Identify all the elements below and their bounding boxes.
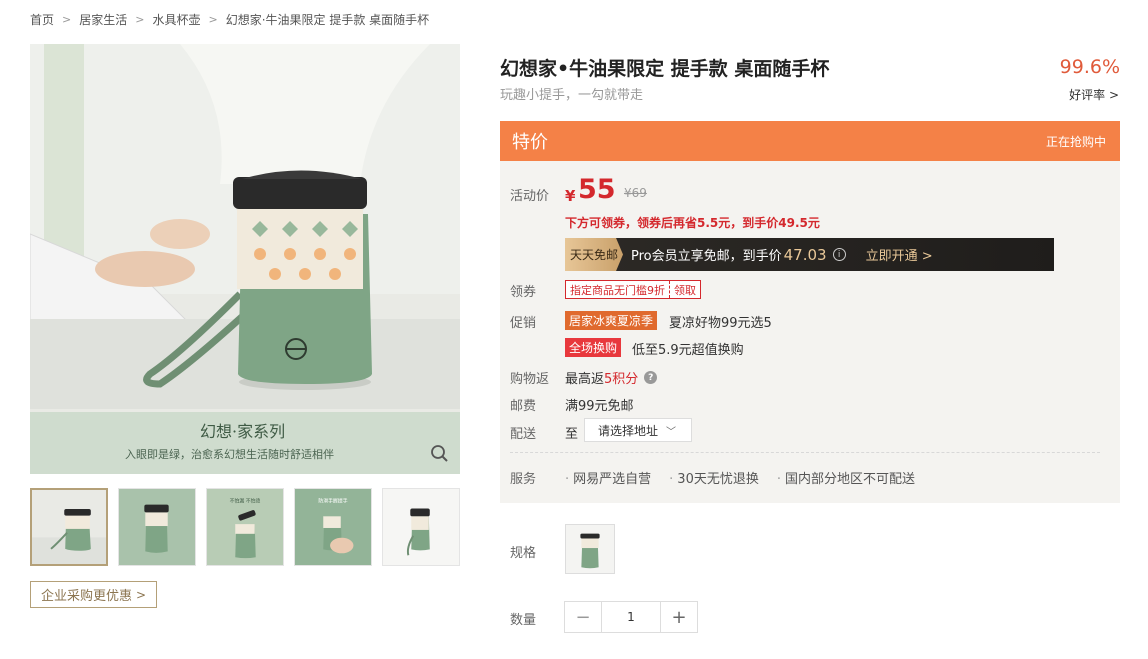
quantity-label: 数量 (510, 613, 537, 628)
zoom-button[interactable] (428, 442, 452, 466)
delivery-label: 配送 (510, 427, 537, 442)
coupon-tip: 下方可领券，领券后再省5.5元，到手价49.5元 (565, 216, 820, 230)
thumbnail-image: 防滑手握提手 (295, 489, 371, 565)
promo-status: 正在抢购中 (1045, 134, 1106, 149)
info-icon[interactable]: i (832, 248, 846, 261)
service-label: 服务 (510, 472, 537, 487)
breadcrumb-current: 幻想家·牛油果限定 提手款 桌面随手杯 (225, 12, 430, 27)
price-panel: 活动价 ¥ 55 ¥69 下方可领券，领券后再省5.5元，到手价49.5元 天天… (500, 161, 1120, 503)
product-title: 幻想家•牛油果限定 提手款 桌面随手杯 (500, 58, 830, 80)
coupon-claim-button[interactable]: 领取 (670, 282, 700, 298)
overlay-subtitle: 入眼即是绿，治愈系幻想生活随时舒适相伴 (125, 447, 334, 461)
product-photo: 幻想·家系列 入眼即是绿，治愈系幻想生活随时舒适相伴 (30, 44, 460, 474)
product-subtitle: 玩趣小提手，一勾就带走 (500, 88, 644, 103)
chevron-down-icon: ﹀ (666, 426, 677, 438)
thumbnail-image (32, 490, 106, 564)
main-product-image[interactable]: 幻想·家系列 入眼即是绿，治愈系幻想生活随时舒适相伴 (30, 44, 460, 474)
service-item: 网易严选自营 (565, 468, 651, 487)
price-value: 55 (578, 174, 616, 205)
search-icon (431, 445, 448, 462)
pro-member-banner[interactable]: 天天免邮 Pro会员立享免邮，到手价 47.03 i 立即开通 > (565, 238, 1054, 271)
promotion-desc[interactable]: 夏凉好物99元选5 (669, 312, 772, 331)
promo-title: 特价 (512, 132, 548, 153)
original-price: ¥69 (624, 186, 647, 200)
rating-value: 99.6% (1059, 56, 1120, 78)
divider (510, 452, 1100, 453)
chevron-right-icon: > (135, 12, 145, 26)
help-icon[interactable]: ? (644, 371, 658, 384)
delivery-to: 至 (565, 427, 579, 442)
thumbnail-image (383, 489, 459, 565)
breadcrumb: 首页 > 居家生活 > 水具杯壶 > 幻想家·牛油果限定 提手款 桌面随手杯 (30, 10, 429, 28)
enterprise-purchase-button[interactable]: 企业采购更优惠 > (30, 581, 158, 608)
chevron-right-icon: > (208, 12, 218, 26)
promo-bar: 特价 正在抢购中 (500, 121, 1120, 161)
breadcrumb-home[interactable]: 首页 (30, 11, 54, 28)
cashback-prefix: 最高返 (565, 372, 605, 387)
shipping-label: 邮费 (510, 399, 537, 414)
thumbnail-1[interactable] (30, 488, 108, 566)
quantity-input[interactable]: 1 (601, 602, 661, 632)
overlay-title: 幻想·家系列 (200, 422, 285, 441)
increase-button[interactable]: + (661, 602, 697, 632)
thumbnail-2[interactable] (118, 488, 196, 566)
pro-activate-link[interactable]: 立即开通 > (866, 245, 933, 264)
price-label: 活动价 (510, 189, 550, 204)
thumbnail-5[interactable] (382, 488, 460, 566)
spec-option[interactable] (565, 524, 615, 574)
chevron-right-icon: > (136, 587, 147, 602)
breadcrumb-drinkware[interactable]: 水具杯壶 (152, 11, 200, 28)
shipping-text: 满99元免邮 (565, 399, 634, 414)
pro-price: 47.03 (783, 245, 827, 264)
promotion-label: 促销 (510, 316, 537, 331)
breadcrumb-home-living[interactable]: 居家生活 (79, 11, 127, 28)
pro-text: Pro会员立享免邮，到手价 (631, 249, 782, 264)
service-list: 网易严选自营 30天无忧退换 国内部分地区不可配送 (565, 468, 915, 487)
promotion-tag[interactable]: 全场换购 (565, 338, 622, 357)
address-placeholder: 请选择地址 (598, 423, 659, 438)
thumbnail-4[interactable]: 防滑手握提手 (294, 488, 372, 566)
enterprise-purchase-label: 企业采购更优惠 (41, 589, 133, 604)
decrease-button[interactable]: − (565, 602, 601, 632)
thumbnail-3[interactable]: 不怕漏 不怕烫 (206, 488, 284, 566)
coupon-text: 指定商品无门槛9折 (566, 281, 670, 298)
coupon-tag[interactable]: 指定商品无门槛9折 领取 (565, 280, 701, 299)
thumbnail-caption: 防滑手握提手 (318, 498, 347, 505)
rating-link[interactable]: 好评率 > (1069, 86, 1119, 103)
service-item: 30天无忧退换 (669, 468, 759, 487)
promotion-tag[interactable]: 居家冰爽夏凉季 (565, 311, 658, 330)
service-item: 国内部分地区不可配送 (777, 468, 915, 487)
price-currency: ¥ (565, 187, 576, 205)
cashback-info: 最高返 5积分 ? (565, 368, 658, 387)
coupon-label: 领券 (510, 285, 537, 300)
thumbnail-image: 不怕漏 不怕烫 (207, 489, 283, 565)
thumbnail-caption: 不怕漏 不怕烫 (230, 498, 261, 505)
free-shipping-tag: 天天免邮 (565, 238, 623, 271)
quantity-stepper: − 1 + (564, 601, 698, 633)
promotion-desc[interactable]: 低至5.9元超值换购 (632, 339, 744, 358)
cashback-label: 购物返 (510, 372, 550, 387)
spec-option-image (566, 525, 614, 573)
address-select[interactable]: 请选择地址 ﹀ (584, 418, 692, 442)
thumbnail-image (119, 489, 195, 565)
chevron-right-icon: > (62, 12, 72, 26)
spec-label: 规格 (510, 546, 537, 561)
cashback-points: 5积分 (604, 372, 639, 387)
thumbnail-strip: 不怕漏 不怕烫 防滑手握提手 (30, 488, 460, 566)
